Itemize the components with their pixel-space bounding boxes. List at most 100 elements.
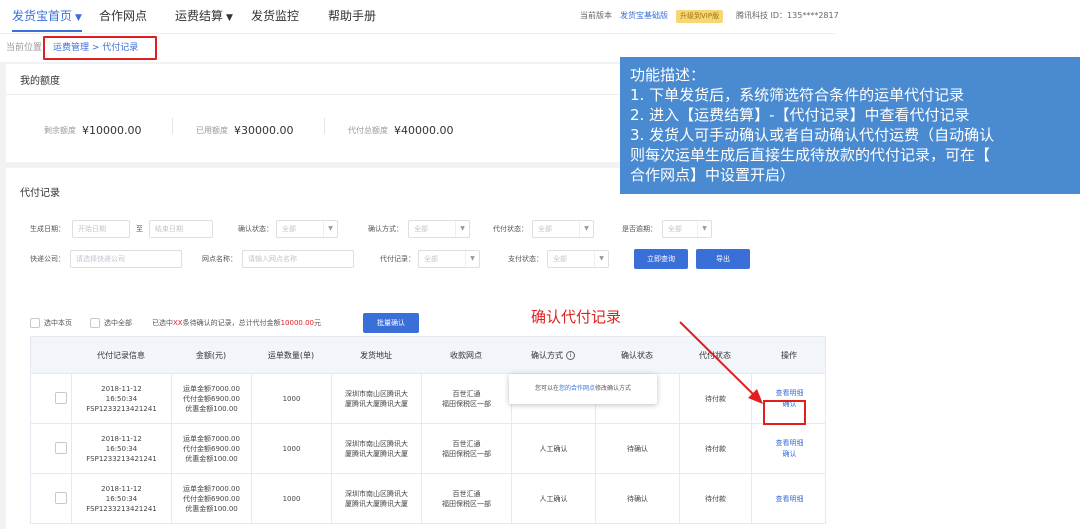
table-row: 2018-11-12 16:50:34 FSP1233213421241 运单金…	[30, 424, 826, 474]
pay-status-label: 代付状态：	[493, 225, 528, 233]
nav-partner-outlets[interactable]: 合作网点	[99, 0, 147, 32]
confirm-status-label: 确认状态：	[238, 225, 273, 233]
cell-confirm-method: 人工确认	[511, 474, 595, 524]
info-icon[interactable]: i	[566, 351, 575, 360]
nav-freight-settlement-label: 运费结算	[175, 9, 224, 23]
chevron-down-icon: ▼	[75, 13, 82, 23]
top-navigation: 发货宝首页 ▼ 合作网点 运费结算 ▼ 发货监控 帮助手册 当前版本 发货宝基础版 …	[0, 0, 839, 34]
quota-total: 代付总额度 ¥40000.00	[348, 120, 454, 139]
summary-count: XX	[173, 319, 183, 327]
col-header-confirm-method: 确认方式 i	[511, 337, 595, 375]
quota-remaining: 剩余额度 ¥10000.00	[44, 120, 142, 139]
col-header-receiving-outlet: 收款网点	[450, 351, 482, 360]
batch-confirm-button[interactable]: 批量确认	[363, 313, 419, 333]
confirm-link[interactable]: 确认	[783, 449, 797, 460]
confirm-method-label: 确认方式：	[368, 225, 403, 233]
select-page-checkbox[interactable]	[30, 318, 40, 328]
records-title: 代付记录	[20, 188, 60, 199]
panel-title: 功能描述：	[630, 66, 706, 84]
select-all-label: 选中全部	[104, 319, 132, 327]
callout-label: 确认代付记录	[531, 308, 622, 326]
nav-home-label: 发货宝首页	[12, 9, 73, 23]
confirm-method-text: 人工确认	[539, 445, 568, 453]
address-text: 深圳市南山区腾讯大 厦腾讯大厦腾讯大厦	[345, 440, 408, 458]
confirm-highlight-box	[763, 400, 806, 425]
col-header-waybill-count: 运单数量(单)	[267, 351, 315, 360]
cell-action: 查看明细	[751, 474, 827, 524]
end-date-input[interactable]: 结束日期	[149, 220, 213, 238]
payment-status-label: 支付状态：	[508, 255, 543, 263]
version-value-link[interactable]: 发货宝基础版	[620, 0, 668, 32]
cell-count: 1000	[251, 374, 331, 424]
outlet-name-label: 网点名称：	[202, 255, 237, 263]
cell-address: 深圳市南山区腾讯大 厦腾讯大厦腾讯大厦	[331, 424, 421, 474]
cell-confirm-status: 待确认	[595, 474, 679, 524]
cell-pay-status: 待付款	[679, 474, 751, 524]
cell-amount: 运单金额7000.00 代付金额6900.00 优惠金额100.00	[171, 424, 251, 474]
pay-record-select[interactable]: 全部 ▼	[418, 250, 480, 268]
confirm-method-select[interactable]: 全部 ▼	[408, 220, 470, 238]
caret-down-icon: ▼	[697, 221, 711, 237]
panel-line: 1. 下单发货后，系统筛选符合条件的运单代付记录	[630, 86, 965, 104]
export-button[interactable]: 导出	[696, 249, 750, 269]
summary-mid: 条待确认的记录，总计代付金额	[182, 319, 281, 327]
select-page-label: 选中本页	[44, 319, 72, 327]
col-header-amount: 金额(元)	[195, 351, 227, 360]
pay-status-text: 待付款	[705, 445, 726, 453]
cell-record-info: 2018-11-12 16:50:34 FSP1233213421241	[71, 424, 171, 474]
payment-status-value: 全部	[553, 255, 567, 263]
payment-status-select[interactable]: 全部 ▼	[547, 250, 609, 268]
cell-record-info: 2018-11-12 16:50:34 FSP1233213421241	[71, 474, 171, 524]
nav-shipping-monitor-label: 发货监控	[251, 9, 300, 23]
view-details-link[interactable]: 查看明细	[776, 388, 804, 399]
nav-shipping-monitor[interactable]: 发货监控	[251, 0, 299, 32]
confirm-method-value: 全部	[414, 225, 428, 233]
col-header-confirm-status: 确认状态	[621, 351, 653, 360]
upgrade-vip-badge[interactable]: 升级到VIP版	[676, 10, 724, 23]
col-header-pay-status: 代付状态	[699, 351, 731, 360]
version-label: 当前版本	[580, 11, 612, 20]
confirm-method-text: 人工确认	[539, 495, 568, 503]
courier-input[interactable]: 请选择快递公司	[70, 250, 182, 268]
address-text: 深圳市南山区腾讯大 厦腾讯大厦腾讯大厦	[345, 390, 408, 408]
start-date-input[interactable]: 开始日期	[72, 220, 130, 238]
row-checkbox[interactable]	[55, 492, 67, 504]
search-button[interactable]: 立即查询	[634, 249, 688, 269]
cell-pay-status: 待付款	[679, 424, 751, 474]
outlet-text: 百世汇通 福田保税区一部	[442, 390, 491, 408]
nav-home[interactable]: 发货宝首页 ▼	[12, 0, 82, 32]
overdue-value: 全部	[668, 225, 682, 233]
view-details-link[interactable]: 查看明细	[776, 494, 804, 505]
pay-status-select[interactable]: 全部 ▼	[532, 220, 594, 238]
outlet-name-input[interactable]: 请输入网点名称	[242, 250, 354, 268]
divider	[324, 118, 325, 134]
row-checkbox[interactable]	[55, 442, 67, 454]
outlet-text: 百世汇通 福田保税区一部	[442, 440, 491, 458]
cell-amount: 运单金额7000.00 代付金额6900.00 优惠金额100.00	[171, 474, 251, 524]
selection-summary: 已选中XX条待确认的记录，总计代付金额10000.00元	[152, 318, 321, 328]
chevron-down-icon: ▼	[226, 13, 233, 23]
nav-freight-settlement[interactable]: 运费结算 ▼	[175, 0, 233, 32]
panel-line: 2. 进入【运费结算】-【代付记录】中查看代付记录	[630, 106, 970, 124]
account-id: 腾讯科技 ID：135****2817	[736, 11, 839, 20]
overdue-select[interactable]: 全部 ▼	[662, 220, 712, 238]
select-all-checkbox[interactable]	[90, 318, 100, 328]
col-header-action: 操作	[781, 351, 797, 360]
date-range-separator: 至	[136, 225, 143, 233]
tooltip-partner-outlets-link[interactable]: 您的合作网点	[559, 385, 595, 392]
nav-help-manual-label: 帮助手册	[328, 9, 377, 23]
col-header-record-info: 代付记录信息	[97, 351, 145, 360]
confirm-status-select[interactable]: 全部 ▼	[276, 220, 338, 238]
panel-line: 合作网点】中设置开启）	[630, 166, 796, 184]
record-info-text: 2018-11-12 16:50:34 FSP1233213421241	[86, 385, 157, 413]
breadcrumb[interactable]: 运费管理 > 代付记录	[53, 40, 138, 53]
cell-outlet: 百世汇通 福田保税区一部	[421, 424, 511, 474]
outlet-text: 百世汇通 福田保税区一部	[442, 490, 491, 508]
courier-label: 快递公司：	[30, 255, 65, 263]
row-checkbox[interactable]	[55, 392, 67, 404]
confirm-status-value: 全部	[282, 225, 296, 233]
view-details-link[interactable]: 查看明细	[776, 438, 804, 449]
quota-remaining-label: 剩余额度	[44, 126, 76, 135]
nav-help-manual[interactable]: 帮助手册	[328, 0, 376, 32]
confirm-method-tooltip: 您可以在您的合作网点修改确认方式	[509, 374, 657, 404]
